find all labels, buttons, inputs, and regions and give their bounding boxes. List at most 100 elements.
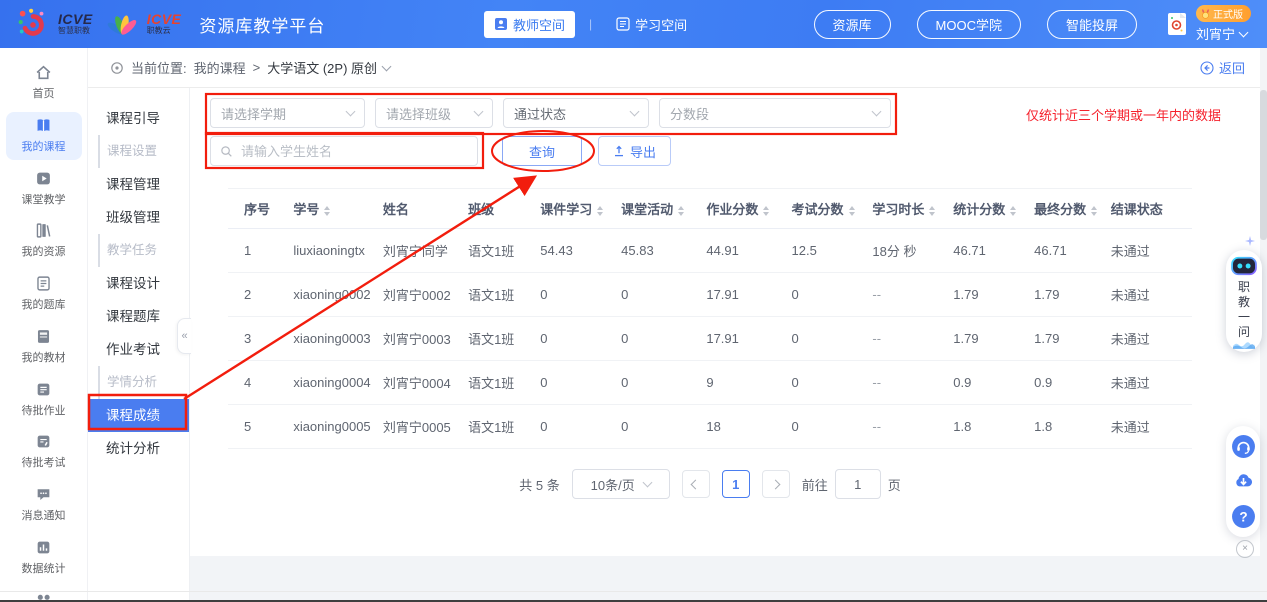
cell-class-activity[interactable]: 0 — [617, 316, 703, 361]
goto-page-input[interactable] — [834, 469, 881, 499]
grades-table: 序号 学号 姓名 班级 课件学习 课堂活动 作业分数 考试分数 学习时长 统计分数 最终分数 结课状态… — [228, 188, 1192, 499]
search-input[interactable] — [239, 142, 468, 160]
student-row: 2 xiaoning0002 刘宵宁0002 语文1班 0 0 17.91 0 -- 1.79 1.… — [228, 272, 1192, 317]
cell-name: 刘宵宁0004 — [378, 360, 465, 405]
smart-cast-link[interactable]: 智能投屏 — [1046, 9, 1137, 39]
col-header-study-duration[interactable]: 学习时长 — [868, 188, 950, 229]
back-button[interactable]: 返回 — [1200, 58, 1245, 77]
help-icon[interactable]: ? — [1231, 504, 1256, 529]
course-grades-panel: 请选择学期 请选择班级 通过状态 分数段 仅统计近三个学期或一年内的数据 查询 — [190, 88, 1267, 556]
assistant-widget[interactable]: 职教一问 — [1226, 250, 1262, 352]
status-badge: 正式版 — [1196, 5, 1251, 22]
semester-select[interactable]: 请选择学期 — [210, 98, 365, 128]
resource-library-link[interactable]: 资源库 — [813, 9, 891, 39]
cell-homework-score[interactable]: 18 — [702, 404, 788, 449]
col-header-exam-score[interactable]: 考试分数 — [787, 188, 869, 229]
col-header-final-score[interactable]: 最终分数 — [1030, 188, 1107, 229]
prev-page-button[interactable] — [681, 470, 710, 498]
cell-courseware-study[interactable]: 0 — [536, 360, 618, 405]
submenu-item-course-grades[interactable]: 课程成绩 — [88, 399, 189, 432]
nav-divider: | — [589, 17, 593, 31]
teacher-space-icon — [495, 18, 507, 30]
class-select[interactable]: 请选择班级 — [375, 98, 493, 128]
app-window: ICVE 智慧职教 ICVE 职教云 资源库教学平台 教师空间 | 学习空间 资… — [0, 0, 1267, 602]
cell-homework-score[interactable]: 44.91 — [702, 228, 788, 273]
sidebar-item-data-statistics[interactable]: 数据统计 — [6, 534, 82, 582]
cell-homework-score[interactable]: 17.91 — [702, 272, 788, 317]
submenu-collapse-handle[interactable]: « — [177, 318, 191, 354]
close-toolbar-icon[interactable]: × — [1236, 540, 1254, 558]
certificate-doc-icon[interactable] — [1167, 12, 1187, 36]
sidebar-item-third-party-apps[interactable]: 第三方应用 — [6, 587, 82, 601]
cell-class-activity[interactable]: 0 — [617, 360, 703, 405]
cell-index: 4 — [228, 360, 290, 405]
col-header-courseware-study[interactable]: 课件学习 — [536, 188, 618, 229]
cell-courseware-study[interactable]: 0 — [536, 272, 618, 317]
sidebar-item-home[interactable]: 首页 — [6, 59, 82, 107]
page-size-select[interactable]: 10条/页 — [571, 469, 670, 499]
cell-student-id: xiaoning0004 — [289, 360, 379, 405]
cell-courseware-study[interactable]: 0 — [536, 404, 618, 449]
bottom-divider — [0, 591, 1267, 592]
sidebar-item-label: 待批作业 — [21, 404, 66, 417]
submenu-item-homework-exam[interactable]: 作业考试 — [88, 333, 189, 366]
student-name-search[interactable] — [210, 136, 478, 166]
submenu-item-course-guide[interactable]: 课程引导 — [88, 102, 189, 135]
cell-course-status: 未通过 — [1106, 360, 1192, 405]
cell-final-score: 1.79 — [1030, 316, 1107, 361]
pass-status-select[interactable]: 通过状态 — [503, 98, 649, 128]
submenu-item-course-management[interactable]: 课程管理 — [88, 168, 189, 201]
submenu-item-course-design[interactable]: 课程设计 — [88, 267, 189, 300]
query-button[interactable]: 查询 — [502, 136, 582, 166]
cell-class-activity[interactable]: 0 — [617, 272, 703, 317]
study-space-icon — [616, 17, 630, 31]
student-row: 5 xiaoning0005 刘宵宁0005 语文1班 0 0 18 0 -- 1.8 1.8 未通过 — [228, 404, 1192, 449]
col-header-homework-score[interactable]: 作业分数 — [702, 188, 788, 229]
sort-icon — [678, 205, 685, 216]
cell-exam-score[interactable]: 0 — [787, 404, 869, 449]
cell-homework-score[interactable]: 17.91 — [702, 316, 788, 361]
cell-courseware-study[interactable]: 54.43 — [536, 228, 618, 273]
sidebar-item-my-resources[interactable]: 我的资源 — [6, 217, 82, 265]
submenu-item-course-question-bank[interactable]: 课程题库 — [88, 300, 189, 333]
cell-exam-score[interactable]: 0 — [787, 360, 869, 405]
score-range-select[interactable]: 分数段 — [659, 98, 891, 128]
sidebar-item-pending-exams[interactable]: 待批考试 — [6, 428, 82, 476]
icve-zhihuizhijiao-logo-icon — [18, 8, 44, 36]
chevron-down-icon — [629, 106, 640, 117]
export-button[interactable]: 导出 — [598, 136, 672, 166]
col-header-total-score[interactable]: 统计分数 — [949, 188, 1031, 229]
sidebar-item-my-textbooks[interactable]: 我的教材 — [6, 323, 82, 371]
next-page-button[interactable] — [761, 470, 790, 498]
study-space-tab[interactable]: 学习空间 — [606, 11, 697, 38]
current-page-button[interactable]: 1 — [721, 470, 750, 498]
col-header-name: 姓名 — [378, 188, 465, 229]
scrollbar-thumb[interactable] — [1260, 90, 1267, 240]
cell-exam-score[interactable]: 0 — [787, 272, 869, 317]
cloud-download-icon[interactable] — [1231, 469, 1256, 494]
sidebar-item-label: 消息通知 — [21, 510, 66, 522]
col-header-student-id[interactable]: 学号 — [289, 188, 379, 229]
breadcrumb-root[interactable]: 我的课程 — [194, 58, 246, 77]
customer-service-icon[interactable] — [1231, 434, 1256, 459]
cell-exam-score[interactable]: 12.5 — [787, 228, 869, 273]
breadcrumb-course-selector[interactable]: 大学语文 (2P) 原创 — [267, 58, 392, 77]
sidebar-item-pending-homework[interactable]: 待批作业 — [6, 376, 82, 424]
cell-class-activity[interactable]: 0 — [617, 404, 703, 449]
col-header-class-activity[interactable]: 课堂活动 — [617, 188, 703, 229]
sidebar-item-my-courses[interactable]: 我的课程 — [5, 111, 82, 160]
sidebar-item-classroom-teaching[interactable]: 课堂教学 — [6, 165, 82, 213]
user-menu[interactable]: 刘宵宁 — [1196, 24, 1249, 43]
search-icon — [221, 145, 232, 157]
cell-class-activity[interactable]: 45.83 — [617, 228, 703, 273]
cell-exam-score[interactable]: 0 — [787, 316, 869, 361]
sidebar-item-my-question-bank[interactable]: 我的题库 — [6, 270, 82, 318]
cell-courseware-study[interactable]: 0 — [536, 316, 618, 361]
teacher-space-tab[interactable]: 教师空间 — [484, 10, 576, 38]
sidebar-item-messages[interactable]: 消息通知 — [6, 481, 82, 529]
submenu-item-statistical-analysis[interactable]: 统计分析 — [88, 432, 189, 465]
submenu-item-class-management[interactable]: 班级管理 — [88, 201, 189, 234]
mooc-college-link[interactable]: MOOC学院 — [916, 9, 1021, 39]
cell-homework-score[interactable]: 9 — [702, 360, 788, 405]
pending-exams-icon — [35, 433, 52, 450]
